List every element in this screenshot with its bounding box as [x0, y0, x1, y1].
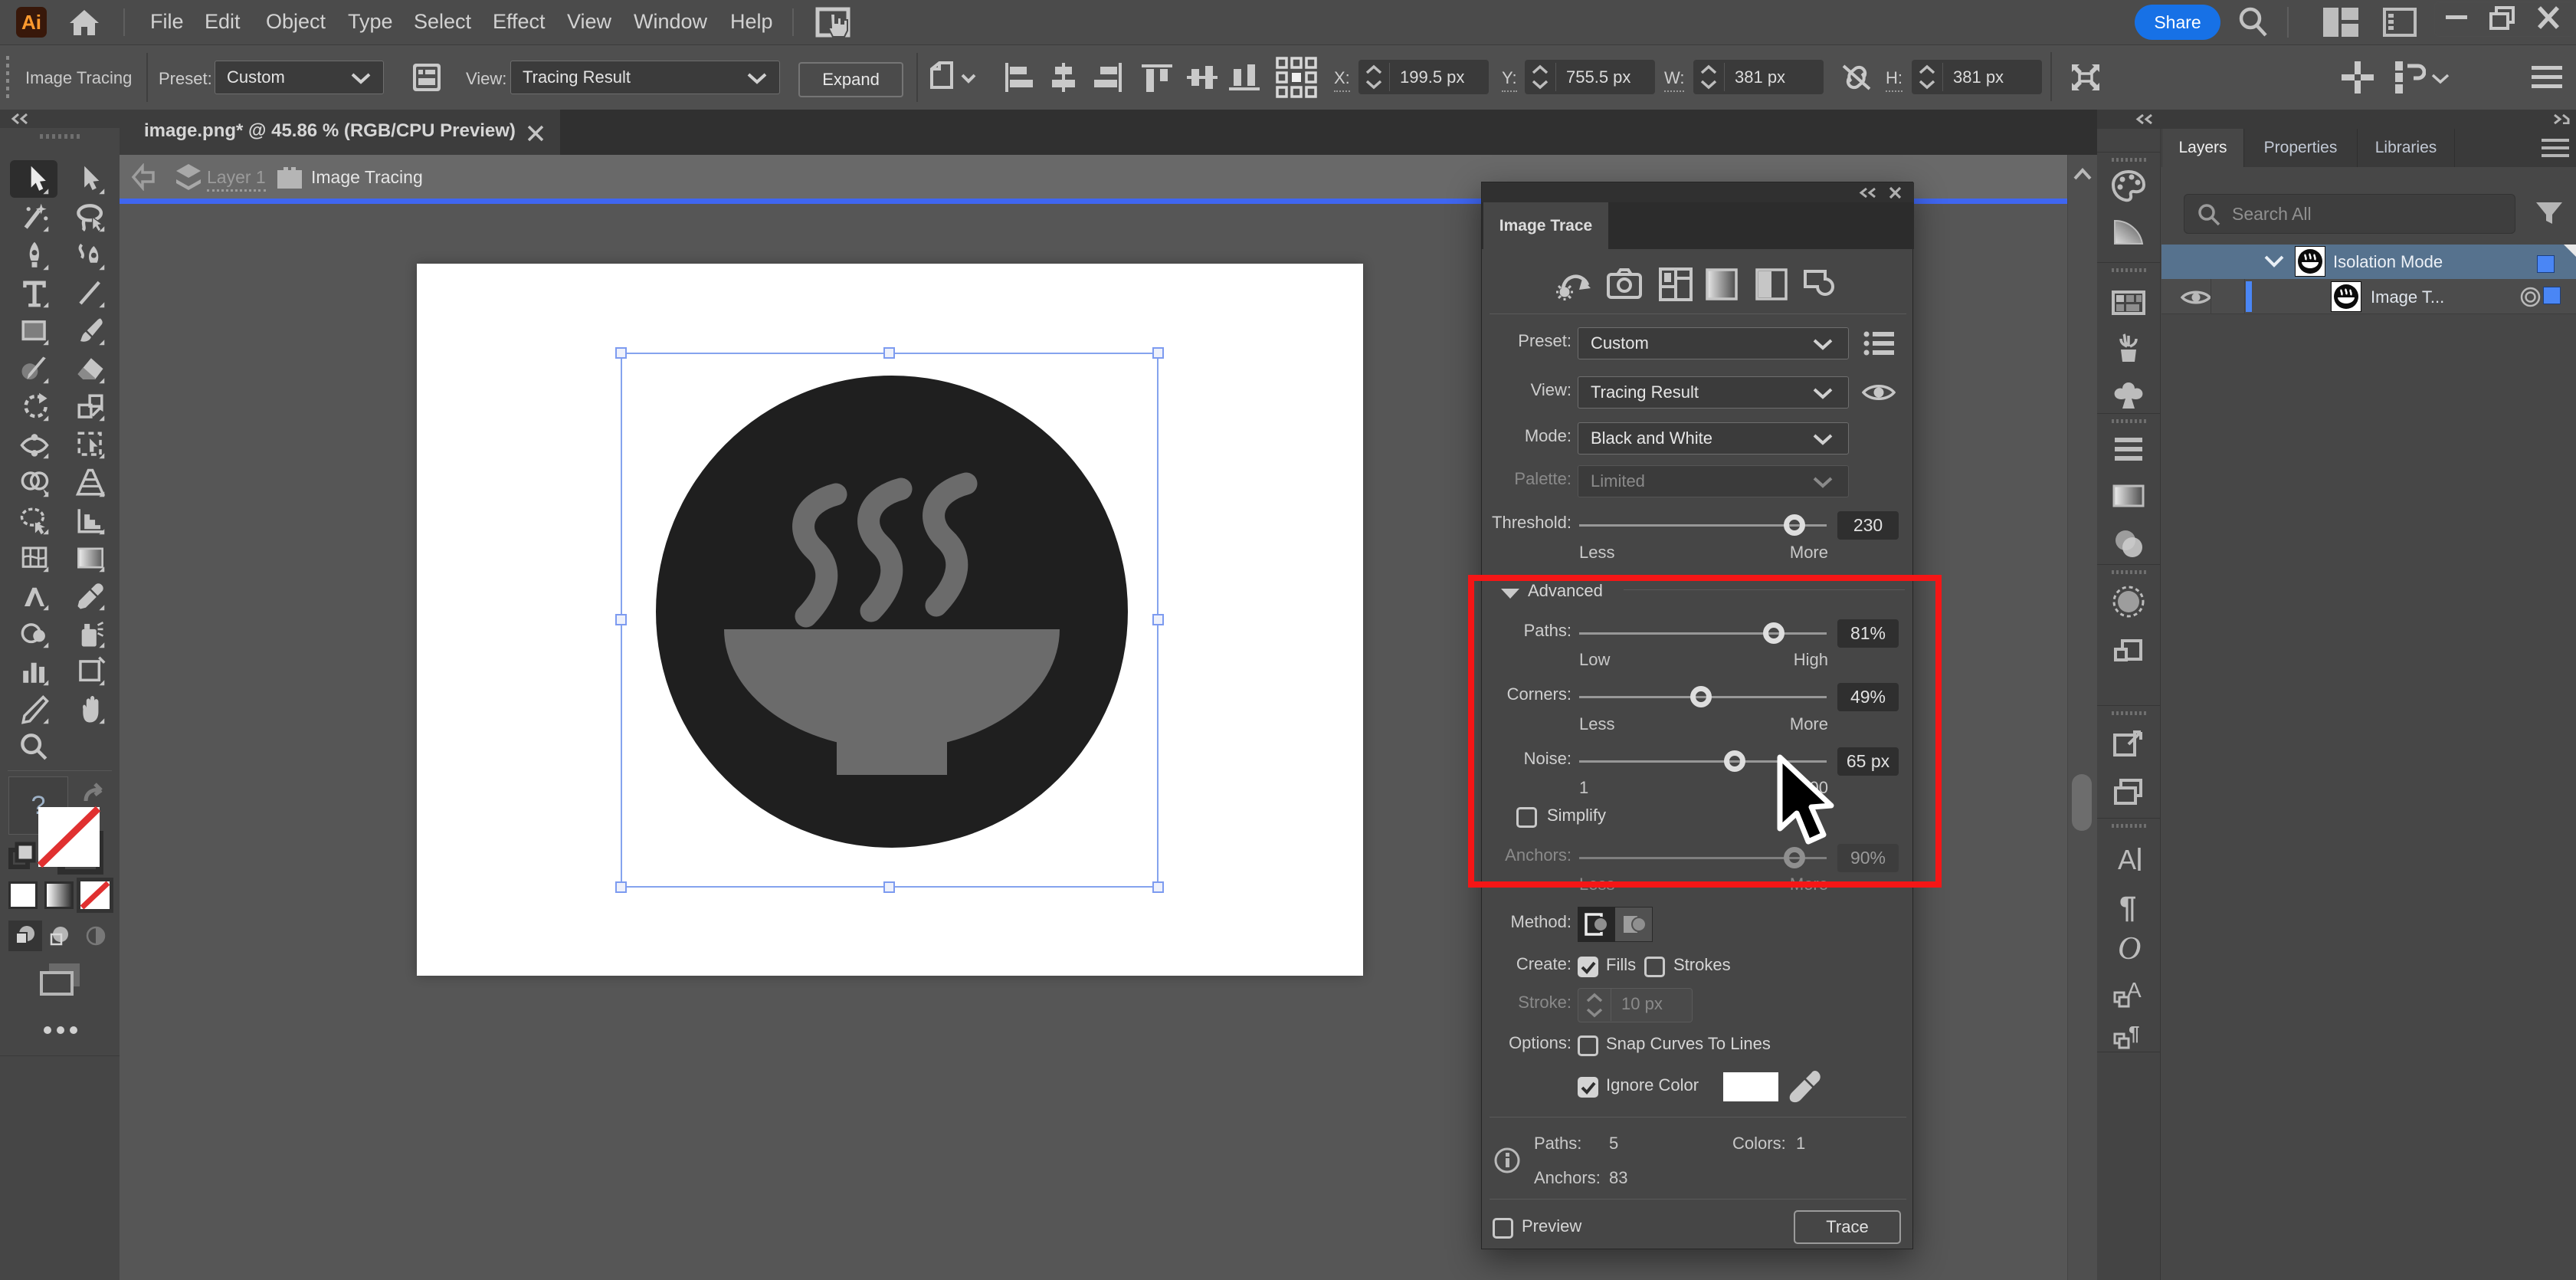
svg-text:¶: ¶ [2119, 891, 2136, 924]
svg-text:O: O [2118, 931, 2141, 965]
svg-text:A: A [2118, 844, 2136, 875]
svg-text:A: A [2127, 978, 2142, 1002]
svg-text:¶: ¶ [2129, 1022, 2139, 1045]
